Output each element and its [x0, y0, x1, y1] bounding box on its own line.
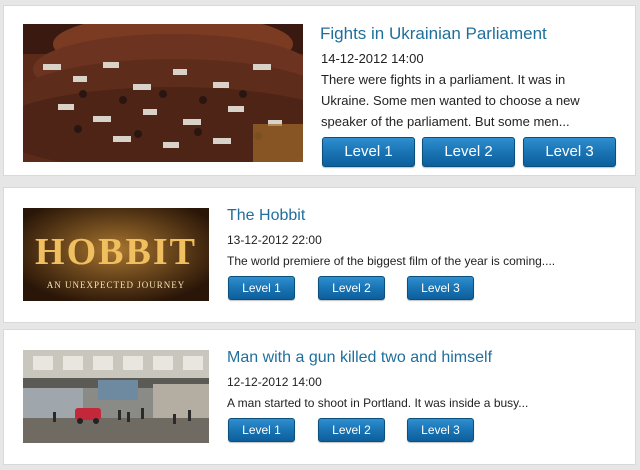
news-card: Man with a gun killed two and himself 12… — [3, 329, 636, 465]
svg-text:HOBBIT: HOBBIT — [35, 231, 197, 273]
level-1-button[interactable]: Level 1 — [228, 276, 295, 300]
level-2-button[interactable]: Level 2 — [422, 137, 515, 167]
news-card: Fights in Ukrainian Parliament 14-12-201… — [3, 5, 636, 176]
level-2-button[interactable]: Level 2 — [318, 418, 385, 442]
article-title[interactable]: The Hobbit — [227, 207, 305, 225]
parliament-photo[interactable] — [23, 24, 303, 162]
svg-text:AN UNEXPECTED JOURNEY: AN UNEXPECTED JOURNEY — [47, 280, 186, 290]
article-description: A man started to shoot in Portland. It w… — [227, 396, 529, 410]
level-3-button[interactable]: Level 3 — [407, 276, 474, 300]
news-card: HOBBIT AN UNEXPECTED JOURNEY The Hobbit … — [3, 187, 636, 323]
shopping-mall-photo[interactable] — [23, 350, 209, 443]
article-date: 13-12-2012 22:00 — [227, 233, 322, 247]
article-date: 14-12-2012 14:00 — [321, 51, 424, 66]
level-3-button[interactable]: Level 3 — [523, 137, 616, 167]
level-1-button[interactable]: Level 1 — [322, 137, 415, 167]
level-2-button[interactable]: Level 2 — [318, 276, 385, 300]
level-1-button[interactable]: Level 1 — [228, 418, 295, 442]
hobbit-poster[interactable]: HOBBIT AN UNEXPECTED JOURNEY — [23, 208, 209, 301]
article-title[interactable]: Fights in Ukrainian Parliament — [320, 24, 547, 44]
article-description: There were fights in a parliament. It wa… — [321, 72, 580, 129]
article-date: 12-12-2012 14:00 — [227, 375, 322, 389]
article-description: The world premiere of the biggest film o… — [227, 254, 556, 268]
article-title[interactable]: Man with a gun killed two and himself — [227, 349, 492, 367]
level-3-button[interactable]: Level 3 — [407, 418, 474, 442]
